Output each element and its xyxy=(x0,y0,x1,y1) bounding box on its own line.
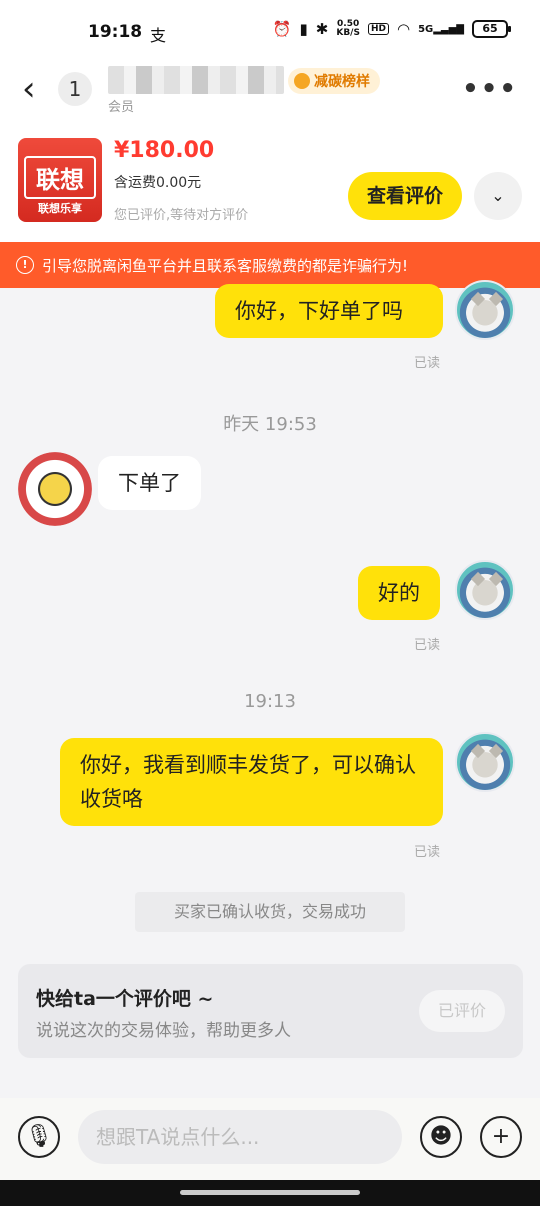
review-prompt-card[interactable]: 快给ta一个评价吧 ~ 说说这次的交易体验，帮助更多人 已评价 xyxy=(18,964,523,1058)
read-receipt: 已读 xyxy=(414,845,441,860)
product-brand-text: 联想乐享 xyxy=(38,202,82,215)
cellular-signal: 5G▂▃▅▇ xyxy=(418,23,464,35)
home-indicator[interactable] xyxy=(180,1190,360,1195)
chat-header: ‹ 1 会员 减碳榜样 ••• xyxy=(0,66,540,122)
system-message: 买家已确认收货，交易成功 xyxy=(135,892,405,932)
carbon-badge-label: 减碳榜样 xyxy=(314,74,370,90)
timestamp: 19:13 xyxy=(244,691,296,712)
bluetooth-icon: ✱ xyxy=(315,20,329,38)
plus-icon[interactable]: + xyxy=(480,1116,522,1158)
warning-text: 引导您脱离闲鱼平台并且联系客服缴费的都是诈骗行为! xyxy=(42,256,409,275)
hd-icon: HD xyxy=(367,23,389,35)
shipping-fee: 含运费0.00元 xyxy=(114,175,202,191)
member-label: 会员 xyxy=(108,100,135,115)
review-prompt-desc: 说说这次的交易体验，帮助更多人 xyxy=(36,1021,291,1041)
product-image[interactable]: 联想 联想乐享 xyxy=(18,138,102,222)
product-card[interactable]: 联想 联想乐享 ¥180.00 含运费0.00元 您已评价,等待对方评价 查看评… xyxy=(0,122,540,242)
back-arrow-icon[interactable]: ‹ xyxy=(22,72,36,106)
message-list[interactable]: 你好，下好单了吗 已读 昨天 19:53 下单了 好的 已读 19:13 你好，… xyxy=(0,280,540,1098)
message-bubble-me[interactable]: 好的 xyxy=(358,566,440,620)
wifi-icon: ◠ xyxy=(396,20,411,38)
net-speed-unit: KB/S xyxy=(336,28,360,38)
microphone-icon[interactable]: 🎙 xyxy=(18,1116,60,1158)
product-price: ¥180.00 xyxy=(114,138,215,163)
input-bar: 🎙 想跟TA说点什么... ☻ + xyxy=(0,1098,540,1180)
net-speed: 0.50 KB/S xyxy=(336,20,360,38)
timestamp: 昨天 19:53 xyxy=(223,414,317,435)
system-nav-bar xyxy=(0,1180,540,1206)
alarm-icon: ⏰ xyxy=(272,20,292,38)
my-avatar[interactable] xyxy=(455,732,515,792)
read-receipt: 已读 xyxy=(414,356,441,371)
warning-icon: ! xyxy=(16,256,34,274)
chevron-down-icon[interactable]: ⌄ xyxy=(474,172,522,220)
battery-icon: 65 xyxy=(472,20,511,38)
reviewed-button[interactable]: 已评价 xyxy=(419,990,505,1032)
vibrate-icon: ▮ xyxy=(299,20,308,38)
status-icons: ⏰ ▮ ✱ 0.50 KB/S HD ◠ 5G▂▃▅▇ 65 xyxy=(272,20,511,38)
status-time: 19:18 xyxy=(88,22,143,42)
leaf-icon xyxy=(294,73,310,89)
message-bubble-them[interactable]: 下单了 xyxy=(98,456,201,510)
network-type: 5G xyxy=(418,23,434,35)
message-bubble-me[interactable]: 你好，下好单了吗 xyxy=(215,284,443,338)
my-avatar[interactable] xyxy=(455,560,515,620)
review-status: 您已评价,等待对方评价 xyxy=(114,208,249,223)
more-options-icon[interactable]: ••• xyxy=(462,74,518,104)
alipay-icon: 支 xyxy=(150,26,167,45)
fraud-warning-banner: ! 引导您脱离闲鱼平台并且联系客服缴费的都是诈骗行为! xyxy=(0,242,540,288)
status-bar: 19:18 支 ⏰ ▮ ✱ 0.50 KB/S HD ◠ 5G▂▃▅▇ 65 xyxy=(0,0,540,66)
message-bubble-me[interactable]: 你好，我看到顺丰发货了，可以确认收货咯 xyxy=(60,738,443,826)
product-logo-text: 联想 xyxy=(24,156,96,199)
read-receipt: 已读 xyxy=(414,638,441,653)
contact-avatar[interactable] xyxy=(18,452,92,526)
message-input[interactable]: 想跟TA说点什么... xyxy=(78,1110,402,1164)
review-prompt-title: 快给ta一个评价吧 ~ xyxy=(36,988,214,1010)
my-avatar[interactable] xyxy=(455,280,515,340)
emoji-icon[interactable]: ☻ xyxy=(420,1116,462,1158)
carbon-badge[interactable]: 减碳榜样 xyxy=(288,68,380,94)
contact-name-redacted xyxy=(108,66,284,94)
unread-count[interactable]: 1 xyxy=(58,72,92,106)
view-review-button[interactable]: 查看评价 xyxy=(348,172,462,220)
